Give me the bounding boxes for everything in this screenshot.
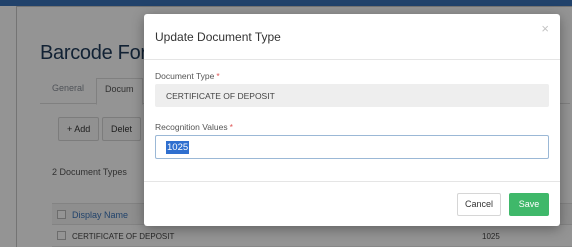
recognition-values-label: Recognition Values * [155, 122, 233, 132]
update-document-type-dialog: Update Document Type × Document Type * CE… [144, 14, 560, 226]
recognition-values-input[interactable]: 1025 [155, 135, 549, 159]
document-type-label: Document Type * [155, 71, 220, 81]
modal-title: Update Document Type [155, 30, 281, 44]
save-button[interactable]: Save [509, 193, 549, 216]
recognition-values-selected-text[interactable]: 1025 [166, 141, 190, 154]
cancel-button[interactable]: Cancel [457, 193, 501, 216]
document-type-label-text: Document Type [155, 71, 215, 81]
document-type-field: CERTIFICATE OF DEPOSIT [155, 84, 549, 107]
document-type-value: CERTIFICATE OF DEPOSIT [166, 91, 275, 101]
required-mark: * [229, 122, 233, 132]
recognition-values-label-text: Recognition Values [155, 122, 228, 132]
close-icon[interactable]: × [541, 22, 549, 35]
required-mark: * [216, 71, 220, 81]
modal-header: Update Document Type × [144, 14, 560, 60]
modal-footer: Cancel Save [144, 181, 560, 226]
